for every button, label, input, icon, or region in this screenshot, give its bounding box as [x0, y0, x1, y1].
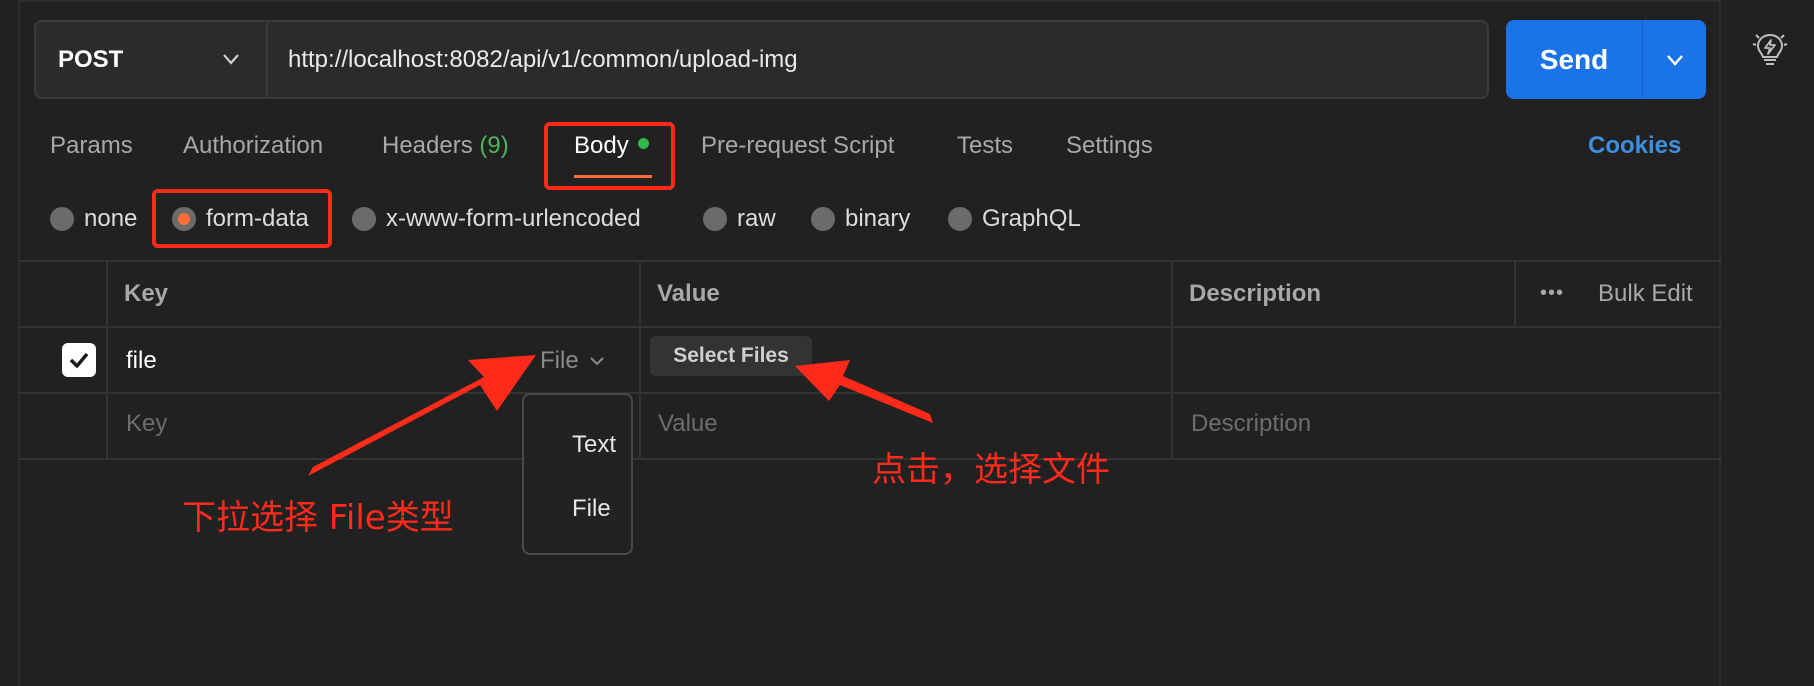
annotation-dropdown-note: 下拉选择 File类型 [182, 498, 454, 538]
annotation-arrows [308, 355, 933, 476]
postman-request-page: POST http://localhost:8082/api/v1/common… [0, 0, 1814, 686]
annotation-select-note: 点击，选择文件 [872, 450, 1110, 490]
arrow-to-select-files [795, 360, 933, 423]
arrow-to-file-type [308, 355, 536, 476]
